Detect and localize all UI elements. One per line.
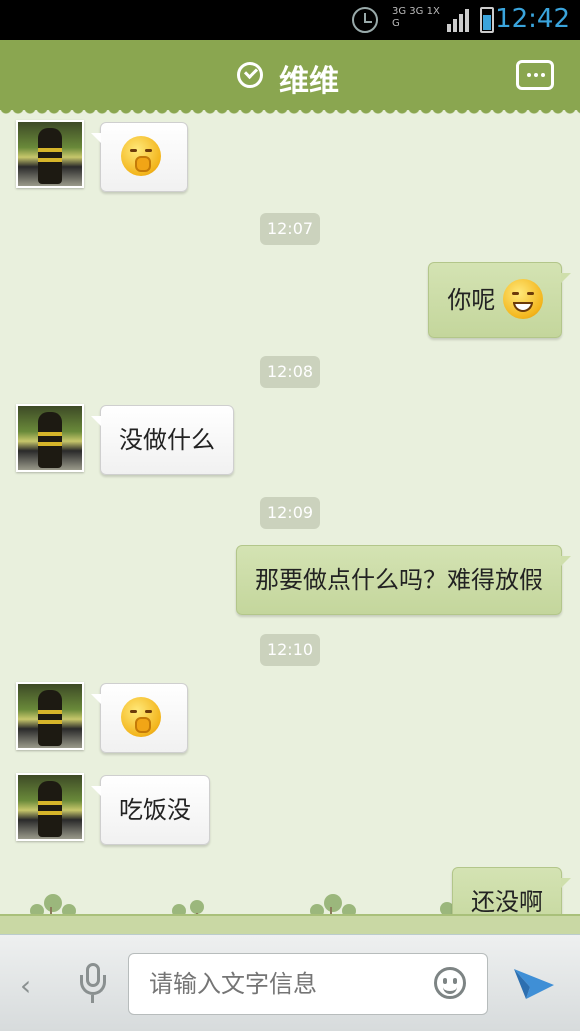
message-text: 吃饭没 [119, 796, 191, 824]
contact-avatar[interactable] [16, 120, 84, 188]
contact-avatar[interactable] [16, 773, 84, 841]
online-check-icon [237, 62, 263, 88]
contact-name: 维维 [279, 64, 339, 99]
timestamp: 12:09 [260, 497, 320, 529]
contact-avatar[interactable] [16, 682, 84, 750]
back-arrow-icon[interactable]: ‹ [20, 969, 31, 1002]
timestamp: 12:10 [260, 634, 320, 666]
status-bar: 3G 3G 1X G 12:42 [0, 0, 580, 40]
message-bubble-received[interactable] [91, 683, 188, 753]
signal-icon [445, 8, 471, 32]
send-button[interactable] [512, 963, 556, 1003]
message-bubble-received[interactable]: 没做什么 [91, 405, 234, 475]
scenery-tree [190, 900, 204, 921]
crying-emoji-icon [121, 136, 161, 176]
more-options-button[interactable] [516, 60, 554, 90]
message-bubble-received[interactable]: 吃饭没 [91, 775, 210, 845]
timestamp: 12:07 [260, 213, 320, 245]
message-text: 没做什么 [119, 426, 215, 454]
message-text: 还没啊 [471, 888, 543, 916]
status-clock: 12:42 [495, 4, 570, 34]
scenery-tree [44, 894, 62, 915]
alarm-icon [352, 7, 378, 33]
battery-icon [480, 7, 494, 33]
message-bubble-received[interactable] [91, 122, 188, 192]
scenery-tree [324, 894, 342, 915]
message-bubble-sent[interactable]: 那要做点什么吗？难得放假 [236, 545, 571, 615]
message-text: 你呢 [447, 286, 496, 314]
message-bubble-sent[interactable]: 你呢 [428, 262, 571, 338]
message-list[interactable]: 12:07 你呢 12:08 没做什么 12:09 那要做点什么吗？难得放假 1… [0, 112, 580, 934]
scenery-ground [0, 914, 580, 934]
yawning-emoji-icon [121, 697, 161, 737]
timestamp: 12:08 [260, 356, 320, 388]
microphone-icon[interactable] [80, 963, 106, 1003]
input-bar: ‹ [0, 934, 580, 1031]
network-indicator: 3G 3G 1X G [392, 6, 440, 29]
chat-header: 维维 [0, 40, 580, 116]
contact-avatar[interactable] [16, 404, 84, 472]
emoji-picker-icon[interactable] [434, 967, 466, 999]
grinning-emoji-icon [503, 279, 543, 319]
message-text: 那要做点什么吗？难得放假 [255, 566, 543, 594]
